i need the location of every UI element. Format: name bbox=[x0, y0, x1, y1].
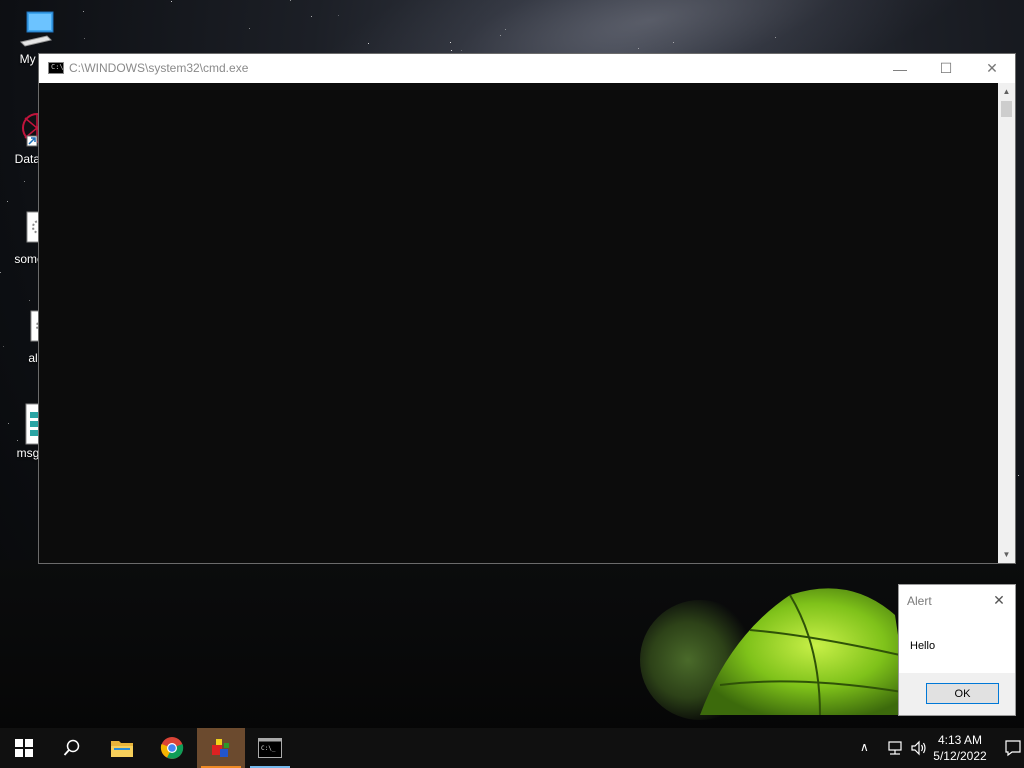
star bbox=[461, 50, 462, 51]
star bbox=[500, 35, 501, 36]
start-button[interactable] bbox=[0, 728, 48, 768]
ok-button[interactable]: OK bbox=[926, 683, 999, 704]
chevron-up-icon[interactable]: ∧ bbox=[860, 740, 869, 754]
maximize-button[interactable]: ☐ bbox=[923, 54, 969, 83]
clock[interactable]: 4:13 AM 5/12/2022 bbox=[928, 732, 992, 764]
star bbox=[638, 48, 639, 49]
close-icon: ✕ bbox=[993, 591, 1005, 608]
taskbar-file-explorer[interactable] bbox=[98, 728, 146, 768]
taskbar-cmd[interactable]: C:\_ bbox=[246, 728, 294, 768]
alert-close-button[interactable]: ✕ bbox=[989, 590, 1009, 610]
taskbar: C:\_ ∧ 4:13 AM 5/12/2022 bbox=[0, 728, 1024, 768]
cmd-window-title: C:\WINDOWS\system32\cmd.exe bbox=[69, 61, 249, 75]
taskbar-active-app[interactable] bbox=[197, 728, 245, 768]
app-blocks-icon bbox=[212, 739, 229, 757]
search-button[interactable] bbox=[48, 728, 96, 768]
star bbox=[451, 50, 452, 51]
network-icon[interactable] bbox=[886, 740, 904, 756]
cmd-titlebar[interactable]: C:\ C:\WINDOWS\system32\cmd.exe — ☐ ✕ bbox=[39, 54, 1015, 83]
star bbox=[1018, 475, 1019, 476]
close-icon: ✕ bbox=[986, 60, 998, 76]
windows-logo-icon bbox=[15, 739, 33, 757]
taskbar-chrome[interactable] bbox=[148, 728, 196, 768]
clock-date: 5/12/2022 bbox=[933, 749, 987, 763]
minimize-button[interactable]: — bbox=[877, 54, 923, 83]
alert-message: Hello bbox=[910, 640, 936, 652]
alert-footer: OK bbox=[899, 673, 1015, 715]
folder-icon bbox=[111, 741, 133, 757]
scrollbar-thumb[interactable] bbox=[1001, 101, 1012, 117]
star bbox=[311, 16, 312, 17]
star bbox=[171, 1, 172, 2]
cmd-app-icon-text: C:\ bbox=[51, 63, 64, 71]
star bbox=[673, 42, 674, 43]
scroll-down-icon[interactable]: ▼ bbox=[998, 546, 1015, 563]
volume-icon[interactable] bbox=[910, 739, 928, 757]
cmd-app-icon: C:\ bbox=[48, 62, 64, 74]
star bbox=[505, 29, 506, 30]
star bbox=[290, 0, 291, 1]
desktop: My Co DataW some al msg C:\ C:\WINDOWS\s… bbox=[0, 0, 1024, 768]
terminal-icon: C:\_ bbox=[258, 738, 282, 758]
wallpaper-tent bbox=[700, 588, 910, 716]
star bbox=[368, 43, 369, 44]
console-output-area[interactable] bbox=[39, 83, 998, 563]
star bbox=[29, 300, 30, 301]
cmd-window[interactable]: C:\ C:\WINDOWS\system32\cmd.exe — ☐ ✕ ▲ … bbox=[38, 53, 1016, 564]
notification-center-icon[interactable] bbox=[1004, 739, 1022, 757]
search-icon bbox=[63, 739, 80, 756]
star bbox=[0, 272, 1, 273]
clock-time: 4:13 AM bbox=[937, 733, 983, 747]
maximize-icon: ☐ bbox=[939, 60, 953, 76]
minimize-icon: — bbox=[893, 60, 907, 77]
scroll-up-icon[interactable]: ▲ bbox=[998, 83, 1015, 100]
star bbox=[83, 11, 84, 12]
alert-dialog[interactable]: Alert ✕ Hello OK bbox=[898, 584, 1016, 716]
close-button[interactable]: ✕ bbox=[969, 54, 1015, 83]
star bbox=[249, 28, 250, 29]
star bbox=[84, 38, 85, 39]
star bbox=[775, 37, 776, 38]
system-tray: ∧ 4:13 AM 5/12/2022 bbox=[824, 728, 1024, 768]
vertical-scrollbar[interactable]: ▲ ▼ bbox=[998, 83, 1015, 563]
star bbox=[24, 181, 25, 182]
star bbox=[7, 201, 8, 202]
monitor-icon bbox=[17, 8, 57, 48]
chrome-icon bbox=[160, 737, 184, 759]
alert-title: Alert bbox=[907, 594, 932, 608]
svg-text:C:\_: C:\_ bbox=[261, 745, 276, 752]
star bbox=[338, 15, 339, 16]
star bbox=[450, 42, 451, 43]
